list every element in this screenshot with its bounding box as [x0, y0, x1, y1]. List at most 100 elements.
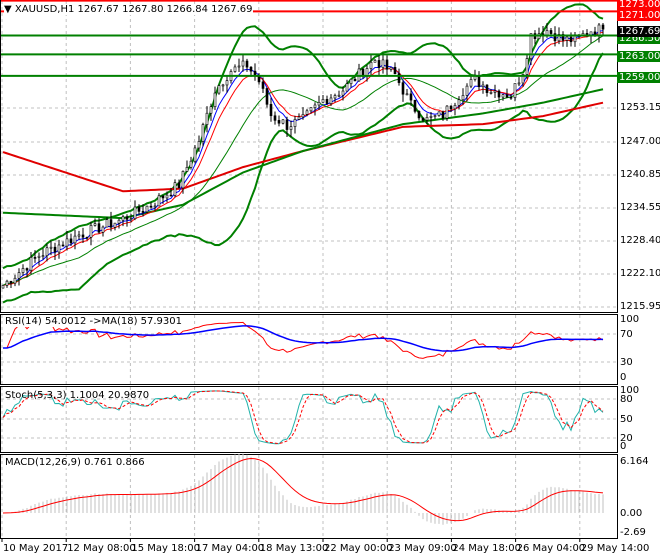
candle-body	[409, 93, 413, 101]
candle-body	[373, 60, 377, 63]
candle-body	[217, 85, 221, 94]
candle-body	[45, 247, 49, 256]
candle-body	[129, 218, 133, 220]
candle-body	[425, 117, 429, 121]
candle-body	[441, 111, 445, 119]
stoch-tick: 80	[620, 394, 633, 405]
rsi-tick: 30	[620, 357, 633, 368]
candle-body	[417, 111, 421, 119]
candle-body	[197, 141, 201, 149]
time-tick: 23 May 09:00	[388, 543, 457, 554]
candle-body	[301, 114, 305, 118]
price-tick: 1234.55	[620, 202, 660, 213]
candle-body	[305, 110, 309, 115]
candle-body	[485, 84, 489, 93]
candle-body	[525, 58, 529, 75]
candle-body	[333, 95, 337, 99]
candle-body	[505, 94, 509, 98]
stoch-tick: 50	[620, 414, 633, 425]
low-value: 1266.84	[166, 4, 208, 15]
candle-body	[241, 60, 245, 67]
resistance-level-tag: 1271.00	[617, 10, 660, 21]
candle-body	[53, 246, 57, 253]
support-level-tag: 1259.00	[617, 72, 660, 83]
candle-body	[73, 235, 77, 244]
candle-body	[313, 104, 317, 108]
resistance-level-tag: 1273.00	[617, 0, 660, 10]
candle-body	[497, 90, 501, 98]
candle-body	[349, 78, 353, 85]
candle-body	[353, 78, 357, 82]
candle-body	[233, 66, 237, 72]
candle-body	[517, 82, 521, 85]
candle-body	[401, 82, 405, 95]
candle-body	[453, 105, 457, 110]
candle-body	[597, 24, 601, 36]
candle-body	[149, 205, 153, 208]
chart-canvas[interactable]	[0, 0, 660, 560]
macd-title: MACD(12,26,9) 0.761 0.866	[5, 457, 145, 468]
candle-body	[381, 59, 385, 68]
candle-body	[341, 90, 345, 96]
candle-body	[437, 111, 441, 116]
candle-body	[101, 226, 105, 233]
candle-body	[165, 194, 169, 199]
candle-body	[329, 97, 333, 104]
candle-body	[37, 255, 41, 258]
candle-body	[269, 104, 273, 117]
candle-body	[189, 160, 193, 168]
candle-body	[5, 280, 9, 286]
candle-body	[173, 182, 177, 196]
candle-body	[157, 195, 161, 207]
candle-body	[285, 119, 289, 130]
candle-body	[509, 96, 513, 99]
candle-body	[1, 285, 5, 289]
candle-body	[17, 272, 21, 279]
rsi-tick: 0	[620, 372, 627, 383]
candle-body	[133, 206, 137, 219]
rsi-tick: 70	[620, 329, 633, 340]
candle-body	[565, 36, 569, 41]
time-tick: 10 May 2017	[3, 543, 69, 554]
candle-body	[125, 216, 129, 220]
time-tick: 29 May 14:00	[580, 543, 650, 554]
candle-body	[429, 116, 433, 118]
symbol-label: XAUUSD,H1	[14, 4, 75, 15]
candle-body	[201, 124, 205, 142]
candle-body	[205, 112, 209, 125]
candle-body	[345, 83, 349, 92]
time-tick: 18 May 13:00	[259, 543, 329, 554]
candle-body	[513, 83, 517, 98]
candle-body	[209, 106, 213, 114]
candle-body	[457, 99, 461, 106]
candle-body	[97, 223, 101, 233]
dropdown-triangle-icon[interactable]: ▼	[4, 4, 12, 15]
candle-body	[281, 119, 285, 124]
high-value: 1267.80	[122, 4, 164, 15]
candle-body	[389, 67, 393, 70]
support-level-tag: 1263.00	[617, 51, 660, 62]
candle-body	[393, 67, 397, 75]
candle-body	[181, 171, 185, 189]
candle-body	[245, 60, 249, 68]
candle-body	[385, 59, 389, 70]
candle-body	[469, 79, 473, 87]
time-tick: 24 May 18:00	[452, 543, 521, 554]
price-tick: 1247.00	[620, 136, 660, 147]
candle-body	[21, 268, 25, 273]
candle-body	[237, 65, 241, 68]
time-tick: 12 May 08:00	[67, 543, 136, 554]
candle-body	[601, 24, 605, 30]
candle-body	[421, 117, 425, 121]
candle-body	[41, 255, 45, 257]
price-tick: 1240.85	[620, 169, 660, 180]
candle-body	[221, 84, 225, 87]
candle-body	[13, 277, 17, 284]
candle-body	[225, 80, 229, 86]
candle-body	[33, 257, 37, 259]
macd-tick: 6.164	[620, 456, 649, 467]
candle-body	[593, 31, 597, 36]
candle-body	[489, 92, 493, 94]
candle-body	[213, 92, 217, 108]
stoch-tick: 0	[620, 441, 627, 452]
